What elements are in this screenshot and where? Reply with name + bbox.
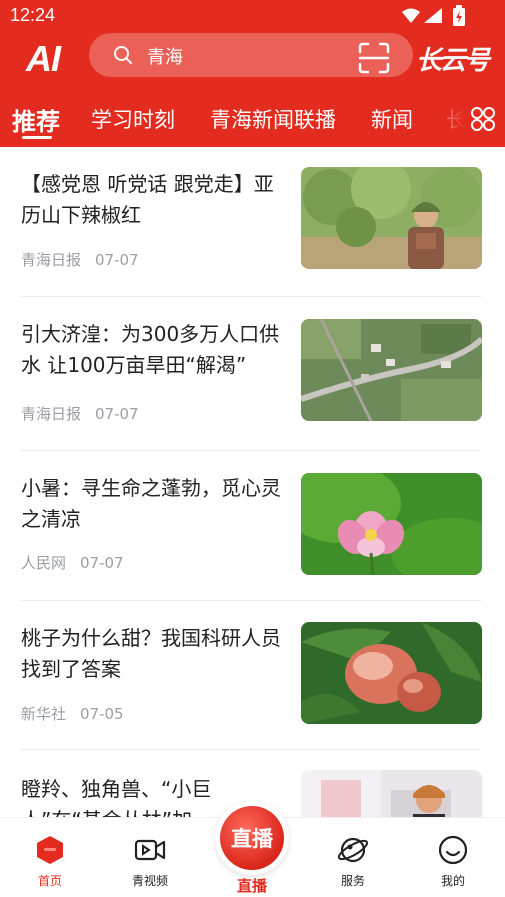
nav-service-label: 服务 <box>340 874 365 888</box>
signal-wifi-icons <box>402 8 442 23</box>
divider <box>21 600 482 601</box>
divider <box>21 450 482 451</box>
news-title: 引大济湟：为300多万人口供水 让100万亩旱田“解渴” <box>21 322 280 377</box>
scan-icon[interactable] <box>357 41 391 75</box>
news-source: 青海日报 <box>21 251 82 269</box>
news-date: 07-07 <box>80 554 124 572</box>
news-thumbnail-office <box>301 770 482 817</box>
status-bar: 12:24 <box>0 0 505 32</box>
tab-qinghai-news-broadcast[interactable]: 青海新闻联播 <box>210 104 336 134</box>
nav-mine[interactable]: 我的 <box>413 818 493 897</box>
nav-live-label: 直播 <box>236 877 267 895</box>
search-bar[interactable]: 青海 <box>89 33 413 77</box>
video-icon <box>134 839 166 861</box>
search-icon <box>114 46 132 64</box>
news-thumbnail-orchard <box>301 167 482 269</box>
news-thumbnail-aerial <box>301 319 482 421</box>
divider <box>21 749 482 750</box>
nav-home-label: 首页 <box>37 874 62 888</box>
nav-mine-label: 我的 <box>440 874 465 888</box>
live-icon: 直播 <box>220 806 284 870</box>
battery-icon <box>453 5 465 26</box>
search-input[interactable]: 青海 <box>147 43 183 69</box>
news-meta: 青海日报 07-07 <box>21 403 139 424</box>
tab-study-moment[interactable]: 学习时刻 <box>91 104 175 134</box>
news-meta: 人民网 07-07 <box>21 552 124 573</box>
status-time: 12:24 <box>10 5 56 25</box>
news-feed: 【感党恩 听党话 跟党走】亚历山下辣椒红 青海日报 07-07 引大济湟：为300… <box>0 147 505 817</box>
nav-youth-video-label: 青视频 <box>131 874 168 888</box>
smile-icon <box>438 835 468 865</box>
news-source: 人民网 <box>21 554 67 572</box>
tab-recommend[interactable]: 推荐 <box>12 102 60 137</box>
nav-live[interactable]: 直播 直播 <box>211 799 293 897</box>
brand-name: 长云号 <box>416 46 490 76</box>
channel-grid-icon[interactable] <box>470 106 496 132</box>
nav-service[interactable]: 服务 <box>313 818 393 897</box>
tab-news[interactable]: 新闻 <box>371 104 413 134</box>
news-title: 【感党恩 听党话 跟党走】亚历山下辣椒红 <box>21 172 274 227</box>
nav-home[interactable]: 首页 <box>10 818 90 897</box>
news-meta: 青海日报 07-07 <box>21 249 139 270</box>
news-meta: 新华社 07-05 <box>21 703 124 724</box>
news-date: 07-07 <box>95 405 139 423</box>
channel-tabs: 推荐 学习时刻 青海新闻联播 新闻 长 <box>0 96 505 144</box>
news-thumbnail-peaches <box>301 622 482 724</box>
nav-youth-video[interactable]: 青视频 <box>110 818 190 897</box>
news-thumbnail-lotus <box>301 473 482 575</box>
planet-icon <box>337 837 369 863</box>
live-badge-text: 直播 <box>231 827 273 851</box>
news-title: 小暑：寻生命之蓬勃，觅心灵之清凉 <box>21 476 281 531</box>
news-title: 桃子为什么甜？我国科研人员找到了答案 <box>21 626 281 681</box>
news-date: 07-07 <box>95 251 139 269</box>
top-header: 12:24 AI 青海 长云号 推荐 学习时刻 青海新闻联播 新闻 <box>0 0 505 147</box>
brand-logo[interactable]: 长云号 <box>416 38 502 76</box>
news-source: 青海日报 <box>21 405 82 423</box>
divider <box>21 296 482 297</box>
active-tab-indicator <box>22 136 52 139</box>
news-date: 07-05 <box>80 705 124 723</box>
ai-logo[interactable]: AI <box>26 38 61 80</box>
news-source: 新华社 <box>21 705 67 723</box>
home-icon <box>37 836 63 864</box>
